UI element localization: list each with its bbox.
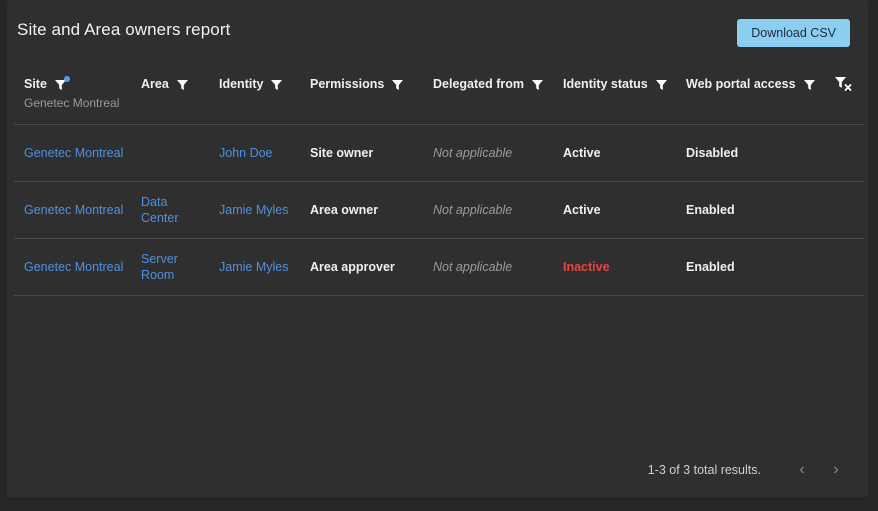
cell-site[interactable]: Genetec Montreal xyxy=(24,145,123,161)
cell-permissions: Site owner xyxy=(310,145,373,161)
cell-web-portal-access: Enabled xyxy=(686,259,735,275)
cell-web-portal-access: Disabled xyxy=(686,145,738,161)
column-header-identity[interactable]: Identity xyxy=(219,77,283,91)
cell-delegated-from: Not applicable xyxy=(433,145,512,161)
cell-delegated-from: Not applicable xyxy=(433,202,512,218)
column-header-label: Area xyxy=(141,77,169,91)
column-header-delegated-from[interactable]: Delegated from xyxy=(433,77,544,91)
column-header-area[interactable]: Area xyxy=(141,77,189,91)
cell-permissions: Area owner xyxy=(310,202,378,218)
filter-icon[interactable] xyxy=(803,78,816,91)
results-count: 1-3 of 3 total results. xyxy=(648,463,761,477)
column-header-web-portal-access[interactable]: Web portal access xyxy=(686,77,816,91)
column-header-permissions[interactable]: Permissions xyxy=(310,77,404,91)
cell-site[interactable]: Genetec Montreal xyxy=(24,202,123,218)
cell-area[interactable]: Data Center xyxy=(141,194,203,226)
column-header-label: Web portal access xyxy=(686,77,796,91)
filter-icon[interactable] xyxy=(54,78,67,91)
download-csv-button[interactable]: Download CSV xyxy=(737,19,850,47)
cell-identity-status: Inactive xyxy=(563,259,610,275)
cell-identity-status: Active xyxy=(563,202,601,218)
cell-identity[interactable]: Jamie Myles xyxy=(219,259,288,275)
filter-icon[interactable] xyxy=(270,78,283,91)
column-header-label: Site xyxy=(24,77,47,91)
column-header-site[interactable]: Site xyxy=(24,77,67,91)
cell-delegated-from: Not applicable xyxy=(433,259,512,275)
filter-active-indicator xyxy=(64,76,70,82)
table-header-row: Site Genetec Montreal Area Identity xyxy=(14,62,864,125)
table-row[interactable]: Genetec Montreal Server Room Jamie Myles… xyxy=(14,239,864,296)
cell-site[interactable]: Genetec Montreal xyxy=(24,259,123,275)
cell-web-portal-access: Enabled xyxy=(686,202,735,218)
report-card: Site and Area owners report Download CSV… xyxy=(7,0,868,497)
column-header-identity-status[interactable]: Identity status xyxy=(563,77,668,91)
chevron-left-icon[interactable]: ‹ xyxy=(787,455,817,485)
table-row[interactable]: Genetec Montreal John Doe Site owner Not… xyxy=(14,125,864,182)
cell-identity[interactable]: John Doe xyxy=(219,145,273,161)
site-active-filter-value: Genetec Montreal xyxy=(24,96,119,110)
filter-icon[interactable] xyxy=(176,78,189,91)
cell-permissions: Area approver xyxy=(310,259,395,275)
chevron-right-icon[interactable]: › xyxy=(821,455,851,485)
column-header-label: Permissions xyxy=(310,77,384,91)
cell-identity[interactable]: Jamie Myles xyxy=(219,202,288,218)
cell-identity-status: Active xyxy=(563,145,601,161)
filter-icon[interactable] xyxy=(391,78,404,91)
table-row[interactable]: Genetec Montreal Data Center Jamie Myles… xyxy=(14,182,864,239)
filter-icon[interactable] xyxy=(531,78,544,91)
results-table: Site Genetec Montreal Area Identity xyxy=(14,62,864,296)
table-footer: 1-3 of 3 total results. ‹ › xyxy=(14,453,861,487)
filter-icon[interactable] xyxy=(655,78,668,91)
clear-filters-icon[interactable] xyxy=(833,75,853,93)
column-header-label: Identity status xyxy=(563,77,648,91)
card-header: Site and Area owners report Download CSV xyxy=(7,0,868,62)
cell-area[interactable]: Server Room xyxy=(141,251,203,283)
column-header-label: Delegated from xyxy=(433,77,524,91)
page-title: Site and Area owners report xyxy=(17,20,230,40)
column-header-label: Identity xyxy=(219,77,263,91)
